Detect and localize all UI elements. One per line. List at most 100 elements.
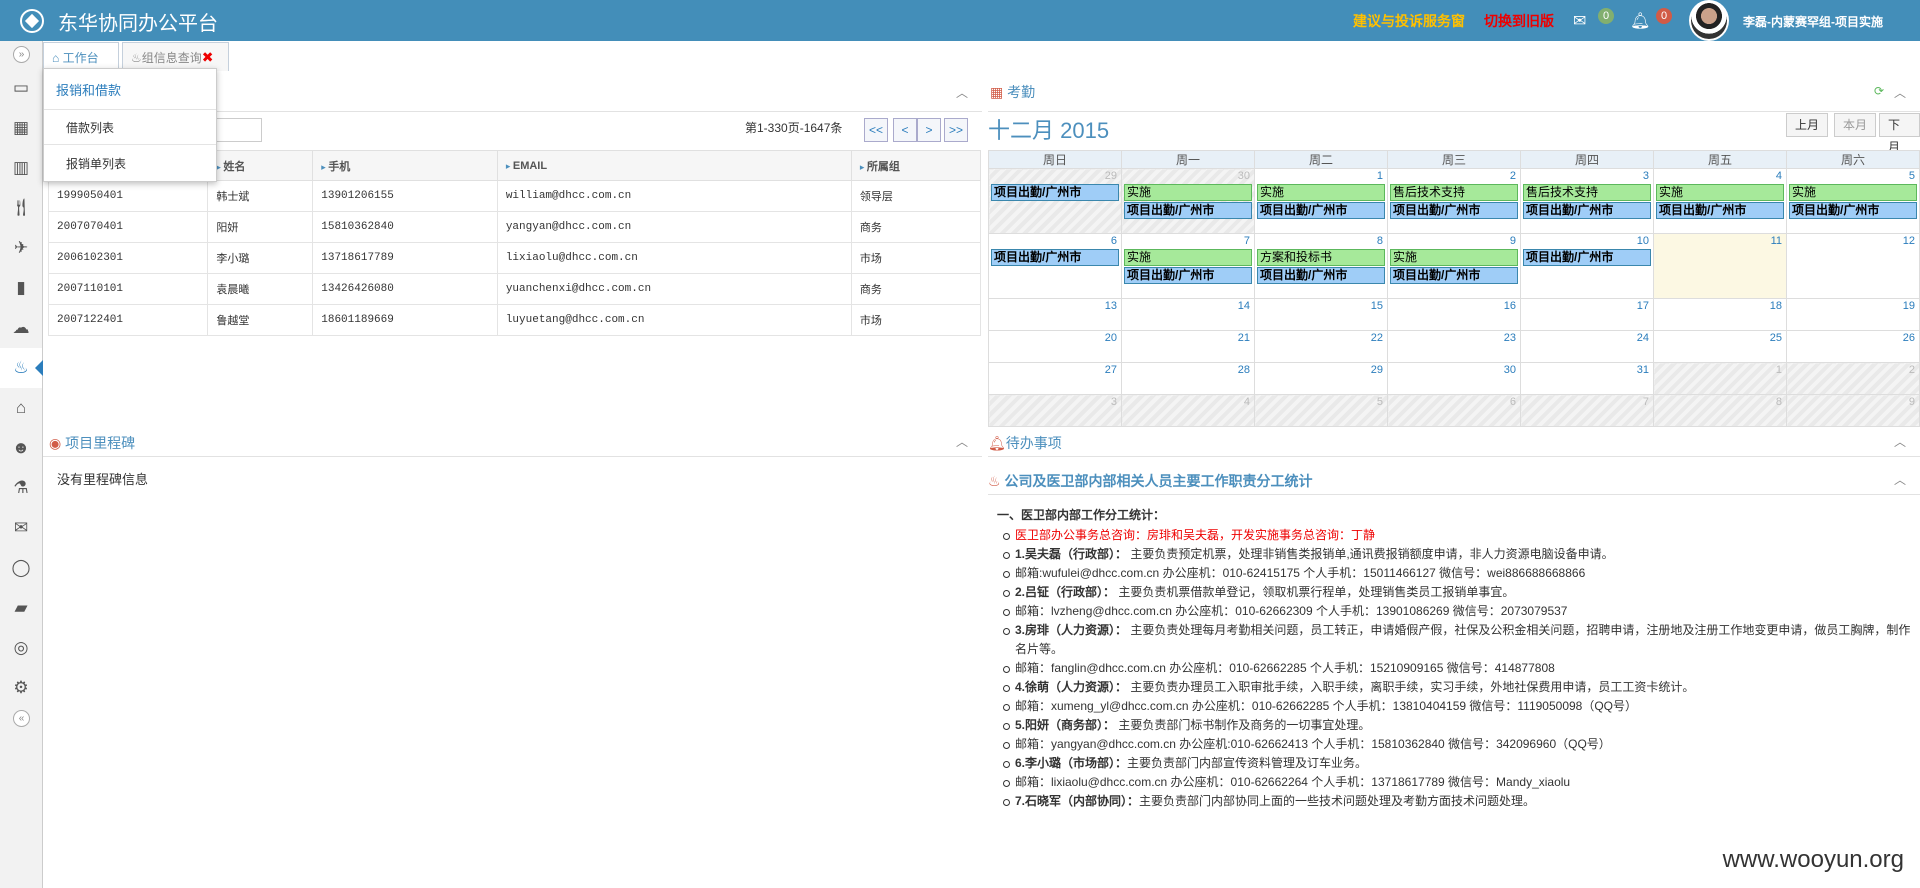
first-page-button[interactable]: << <box>864 118 888 142</box>
switch-version-link[interactable]: 切换到旧版 <box>1484 11 1554 31</box>
calendar-day[interactable]: 9 <box>1786 394 1920 427</box>
table-row[interactable]: 1999050401 韩士斌 13901206155 william@dhcc.com… <box>47 180 982 212</box>
calendar-day[interactable]: 4 <box>1121 394 1255 427</box>
sidebar-item-cog[interactable]: ⚙ <box>0 668 42 708</box>
calendar-event[interactable]: 售后技术支持 <box>1523 184 1651 201</box>
sidebar-item-plane[interactable]: ✈ <box>0 228 42 268</box>
calendar-day[interactable]: 26 <box>1786 330 1920 363</box>
calendar-day[interactable]: 25 <box>1653 330 1787 363</box>
calendar-day[interactable]: 30 <box>1387 362 1521 395</box>
calendar-event[interactable]: 售后技术支持 <box>1390 184 1518 201</box>
calendar-day[interactable]: 7 实施 项目出勤/广州市 <box>1121 233 1255 299</box>
sidebar-item-comment[interactable]: ◯ <box>0 548 42 588</box>
calendar-day[interactable]: 21 <box>1121 330 1255 363</box>
calendar-event[interactable]: 项目出勤/广州市 <box>1124 202 1252 219</box>
this-month-button[interactable]: 本月 <box>1834 113 1877 137</box>
menu-item-expense-list[interactable]: 报销单列表 <box>66 155 126 172</box>
calendar-day[interactable]: 5 <box>1254 394 1388 427</box>
calendar-day[interactable]: 14 <box>1121 298 1255 331</box>
sidebar-item-barcode[interactable]: ▮ <box>0 268 42 308</box>
prev-month-button[interactable]: 上月 <box>1786 113 1829 137</box>
sidebar-item-home[interactable]: ⌂ <box>0 388 42 428</box>
menu-item-loan-list[interactable]: 借款列表 <box>66 119 114 136</box>
calendar-day[interactable]: 16 <box>1387 298 1521 331</box>
search-input[interactable] <box>215 118 262 142</box>
calendar-day[interactable]: 11 <box>1653 233 1787 299</box>
calendar-day[interactable]: 9 实施 项目出勤/广州市 <box>1387 233 1521 299</box>
calendar-event[interactable]: 实施 <box>1390 249 1518 266</box>
calendar-event[interactable]: 项目出勤/广州市 <box>1257 267 1385 284</box>
sidebar-item-folder-open[interactable]: ▰ <box>0 588 42 628</box>
next-month-button[interactable]: 下月 <box>1879 113 1920 154</box>
calendar-day[interactable]: 20 <box>988 330 1122 363</box>
sidebar-item-flask[interactable]: ⚗ <box>0 468 42 508</box>
calendar-day[interactable]: 3 <box>988 394 1122 427</box>
calendar-event[interactable]: 项目出勤/广州市 <box>991 249 1119 266</box>
sidebar-item-cloud-upload[interactable]: ☁ <box>0 308 42 348</box>
dropdown-header[interactable]: 报销和借款 <box>56 80 121 99</box>
next-page-button[interactable]: > <box>917 118 941 142</box>
calendar-day[interactable]: 6 项目出勤/广州市 <box>988 233 1122 299</box>
calendar-day[interactable]: 27 <box>988 362 1122 395</box>
calendar-event[interactable]: 实施 <box>1656 184 1784 201</box>
table-row[interactable]: 2006102301 李小璐 13718617789 lixiaolu@dhcc.co… <box>47 242 982 274</box>
calendar-day[interactable]: 17 <box>1520 298 1654 331</box>
sidebar-expand-icon[interactable]: » <box>13 46 30 63</box>
table-row[interactable]: 2007122401 鲁越堂 18601189669 luyuetang@dhcc.c… <box>47 304 982 336</box>
avatar[interactable] <box>1689 0 1729 41</box>
column-header[interactable]: 姓名 <box>207 150 314 181</box>
tab-workbench[interactable]: ⌂ 工作台 <box>43 42 119 71</box>
calendar-event[interactable]: 项目出勤/广州市 <box>1390 267 1518 284</box>
sidebar-item-calendar[interactable]: ▦ <box>0 108 42 148</box>
calendar-day[interactable]: 8 方案和投标书 项目出勤/广州市 <box>1254 233 1388 299</box>
calendar-event[interactable]: 实施 <box>1789 184 1917 201</box>
sidebar-item-comments[interactable]: ◎ <box>0 628 42 668</box>
last-page-button[interactable]: >> <box>944 118 968 142</box>
calendar-day[interactable]: 7 <box>1520 394 1654 427</box>
calendar-event[interactable]: 项目出勤/广州市 <box>1789 202 1917 219</box>
calendar-day[interactable]: 4 实施 项目出勤/广州市 <box>1653 168 1787 234</box>
calendar-event[interactable]: 项目出勤/广州市 <box>1523 249 1651 266</box>
calendar-day[interactable]: 10 项目出勤/广州市 <box>1520 233 1654 299</box>
close-icon[interactable]: ✖ <box>202 49 214 65</box>
calendar-day[interactable]: 12 <box>1786 233 1920 299</box>
calendar-day[interactable]: 3 售后技术支持 项目出勤/广州市 <box>1520 168 1654 234</box>
calendar-event[interactable]: 实施 <box>1124 184 1252 201</box>
refresh-icon[interactable]: ⟳ <box>1874 84 1884 98</box>
calendar-day[interactable]: 29 <box>1254 362 1388 395</box>
table-row[interactable]: 2007110101 袁晨曦 13426426080 yuanchenxi@dhcc.… <box>47 273 982 305</box>
sidebar-item-bar-chart[interactable]: ▥ <box>0 148 42 188</box>
tab-group-query[interactable]: ♨组信息查询✖ <box>122 42 229 71</box>
chevron-up-icon[interactable]: ︿ <box>1894 433 1906 450</box>
calendar-day[interactable]: 2 售后技术支持 项目出勤/广州市 <box>1387 168 1521 234</box>
sidebar-item-group[interactable]: ☻ <box>0 428 42 468</box>
calendar-day[interactable]: 31 <box>1520 362 1654 395</box>
column-header[interactable]: 所属组 <box>850 150 982 181</box>
chevron-up-icon[interactable]: ︿ <box>1894 84 1906 101</box>
calendar-day[interactable]: 6 <box>1387 394 1521 427</box>
chevron-up-icon[interactable]: ︿ <box>1894 471 1906 488</box>
calendar-event[interactable]: 项目出勤/广州市 <box>1656 202 1784 219</box>
calendar-event[interactable]: 实施 <box>1257 184 1385 201</box>
calendar-day[interactable]: 29 项目出勤/广州市 <box>988 168 1122 234</box>
calendar-event[interactable]: 项目出勤/广州市 <box>991 184 1119 201</box>
calendar-day[interactable]: 13 <box>988 298 1122 331</box>
calendar-event[interactable]: 项目出勤/广州市 <box>1124 267 1252 284</box>
user-name[interactable]: 李磊-内蒙赛罕组-项目实施 <box>1743 13 1883 30</box>
calendar-day[interactable]: 1 <box>1653 362 1787 395</box>
calendar-day[interactable]: 24 <box>1520 330 1654 363</box>
table-row[interactable]: 2007070401 阳妍 15810362840 yangyan@dhcc.com.… <box>47 211 982 243</box>
sidebar-item-envelope[interactable]: ✉ <box>0 508 42 548</box>
chevron-up-icon[interactable]: ︿ <box>956 433 968 450</box>
calendar-day[interactable]: 1 实施 项目出勤/广州市 <box>1254 168 1388 234</box>
chevron-up-icon[interactable]: ︿ <box>956 84 968 101</box>
calendar-day[interactable]: 18 <box>1653 298 1787 331</box>
calendar-day[interactable]: 30 实施 项目出勤/广州市 <box>1121 168 1255 234</box>
calendar-day[interactable]: 22 <box>1254 330 1388 363</box>
calendar-event[interactable]: 方案和投标书 <box>1257 249 1385 266</box>
calendar-event[interactable]: 实施 <box>1124 249 1252 266</box>
calendar-day[interactable]: 8 <box>1653 394 1787 427</box>
calendar-event[interactable]: 项目出勤/广州市 <box>1257 202 1385 219</box>
bell-icon[interactable]: 🔔︎ <box>1630 11 1650 31</box>
prev-page-button[interactable]: < <box>893 118 917 142</box>
